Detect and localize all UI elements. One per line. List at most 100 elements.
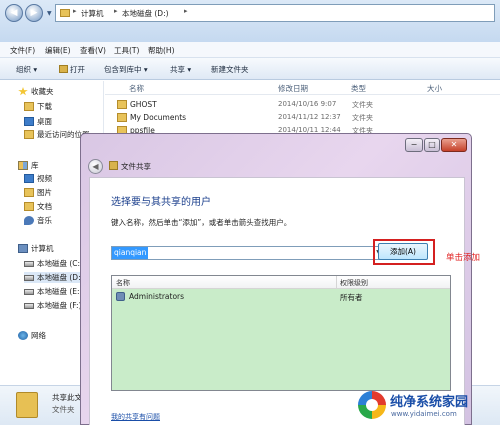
menu-edit[interactable]: 编辑(E) — [45, 45, 71, 56]
command-bar: 组织 ▾ 打开 包含到库中 ▾ 共享 ▾ 新建文件夹 — [0, 58, 500, 80]
user-name-input[interactable]: qianqian — [111, 246, 374, 260]
column-divider — [336, 276, 337, 288]
sidebar-label: 计算机 — [31, 244, 54, 253]
computer-icon — [18, 244, 28, 253]
sharing-help-link[interactable]: 我的共享有问题 — [111, 412, 160, 422]
selected-item-name: 共享此文 — [52, 393, 82, 402]
menu-tools[interactable]: 工具(T) — [114, 45, 139, 56]
dialog-instruction: 键入名称，然后单击“添加”，或者单击箭头查找用户。 — [111, 218, 292, 227]
address-bar-area: ◀ ▶ ▼ ▸ 计算机 ▸ 本地磁盘 (D:) ▸ — [0, 0, 500, 42]
chevron-right-icon: ▸ — [73, 7, 77, 15]
new-folder-button[interactable]: 新建文件夹 — [211, 64, 249, 75]
click-add-annotation: 单击添加 — [446, 253, 481, 263]
sidebar-item-pictures[interactable]: 图片 — [24, 187, 52, 198]
folder-icon — [117, 99, 127, 109]
chevron-right-icon: ▸ — [114, 7, 118, 15]
network-icon — [18, 331, 28, 340]
file-name: GHOST — [130, 99, 157, 109]
watermark-url: www.yidaimei.com — [391, 410, 457, 418]
back-arrow-icon[interactable]: ◀ — [88, 159, 103, 174]
sidebar-item-drive-d[interactable]: 本地磁盘 (D:) — [24, 272, 84, 283]
sidebar-label: 本地磁盘 (E:) — [37, 287, 83, 296]
sidebar-label: 本地磁盘 (C:) — [37, 259, 83, 268]
column-type[interactable]: 类型 — [351, 83, 366, 94]
sidebar-label: 文档 — [37, 202, 52, 211]
shared-users-list: 名称 权限级别 Administrators 所有者 — [111, 275, 451, 391]
minimize-button[interactable]: − — [405, 138, 423, 152]
column-size[interactable]: 大小 — [427, 83, 442, 94]
menu-view[interactable]: 查看(V) — [80, 45, 106, 56]
sidebar-label: 本地磁盘 (F:) — [37, 301, 82, 310]
sidebar-item-drive-f[interactable]: 本地磁盘 (F:) — [24, 300, 82, 311]
file-name: My Documents — [130, 112, 187, 122]
file-type: 文件夹 — [352, 101, 373, 109]
menu-file[interactable]: 文件(F) — [10, 45, 35, 56]
dialog-heading: 选择要与其共享的用户 — [111, 197, 211, 208]
sidebar-favorites[interactable]: 收藏夹 — [18, 86, 54, 97]
forward-button[interactable]: ▶ — [25, 4, 43, 22]
pictures-icon — [24, 188, 34, 197]
back-button[interactable]: ◀ — [5, 4, 23, 22]
file-row[interactable]: GHOST — [117, 98, 157, 110]
share-folder-icon — [109, 161, 118, 170]
address-bar[interactable]: ▸ 计算机 ▸ 本地磁盘 (D:) ▸ — [55, 4, 495, 22]
maximize-button[interactable]: □ — [424, 138, 440, 152]
menu-help[interactable]: 帮助(H) — [148, 45, 175, 56]
column-name[interactable]: 名称 — [129, 83, 144, 94]
folder-icon — [16, 392, 38, 418]
open-label: 打开 — [70, 65, 85, 74]
sidebar-item-videos[interactable]: 视频 — [24, 173, 52, 184]
music-icon — [24, 216, 34, 225]
drive-icon — [24, 288, 34, 295]
sidebar-libraries[interactable]: 库 — [18, 160, 39, 171]
file-date: 2014/10/16 9:07 — [278, 100, 337, 108]
organize-button[interactable]: 组织 ▾ — [16, 64, 37, 75]
file-list-header: 名称 修改日期 类型 大小 — [105, 81, 500, 95]
breadcrumb-computer[interactable]: 计算机 — [81, 8, 104, 19]
open-button[interactable]: 打开 — [59, 64, 85, 75]
sidebar-label: 桌面 — [37, 117, 52, 126]
sidebar-label: 视频 — [37, 174, 52, 183]
folder-icon — [60, 9, 70, 17]
history-dropdown-icon[interactable]: ▼ — [47, 10, 52, 17]
column-user-name[interactable]: 名称 — [116, 278, 130, 288]
site-logo-icon — [358, 391, 386, 419]
sidebar-label: 图片 — [37, 188, 52, 197]
share-button[interactable]: 共享 ▾ — [170, 64, 191, 75]
folder-icon — [117, 112, 127, 122]
sidebar-item-desktop[interactable]: 桌面 — [24, 116, 52, 127]
recent-places-icon — [24, 130, 34, 139]
sidebar-item-music[interactable]: 音乐 — [24, 215, 52, 226]
star-icon — [18, 87, 28, 96]
sidebar-item-drive-e[interactable]: 本地磁盘 (E:) — [24, 286, 83, 297]
download-folder-icon — [24, 102, 34, 111]
sidebar-network[interactable]: 网络 — [18, 330, 46, 341]
sidebar-label: 本地磁盘 (D:) — [37, 273, 84, 282]
chevron-right-icon: ▸ — [184, 7, 188, 15]
permission-level[interactable]: 所有者 — [340, 292, 363, 303]
column-modified[interactable]: 修改日期 — [278, 83, 308, 94]
column-permission-level[interactable]: 权限级别 — [340, 278, 368, 288]
file-type: 文件夹 — [352, 114, 373, 122]
user-name-value: qianqian — [112, 247, 149, 259]
sidebar-computer[interactable]: 计算机 — [18, 243, 54, 254]
sidebar-item-documents[interactable]: 文档 — [24, 201, 52, 212]
documents-icon — [24, 202, 34, 211]
file-row[interactable]: My Documents — [117, 111, 186, 123]
include-library-button[interactable]: 包含到库中 ▾ — [104, 64, 148, 75]
video-icon — [24, 174, 34, 183]
watermark-title: 纯净系统家园 — [390, 395, 469, 410]
close-button[interactable]: ✕ — [441, 138, 467, 152]
sidebar-label: 网络 — [31, 331, 46, 340]
sidebar-item-downloads[interactable]: 下载 — [24, 101, 52, 112]
sidebar-item-drive-c[interactable]: 本地磁盘 (C:) — [24, 258, 83, 269]
file-date: 2014/11/12 12:37 — [278, 113, 341, 121]
user-group-icon — [116, 292, 125, 301]
site-watermark: 纯净系统家园 www.yidaimei.com — [358, 387, 498, 423]
add-button[interactable]: 添加(A) — [378, 243, 428, 260]
breadcrumb-drive-d[interactable]: 本地磁盘 (D:) — [122, 8, 169, 19]
dialog-title: 文件共享 — [121, 162, 151, 171]
list-item[interactable]: Administrators 所有者 — [116, 291, 446, 303]
list-body: Administrators 所有者 — [112, 289, 450, 390]
sidebar-label: 下载 — [37, 102, 52, 111]
